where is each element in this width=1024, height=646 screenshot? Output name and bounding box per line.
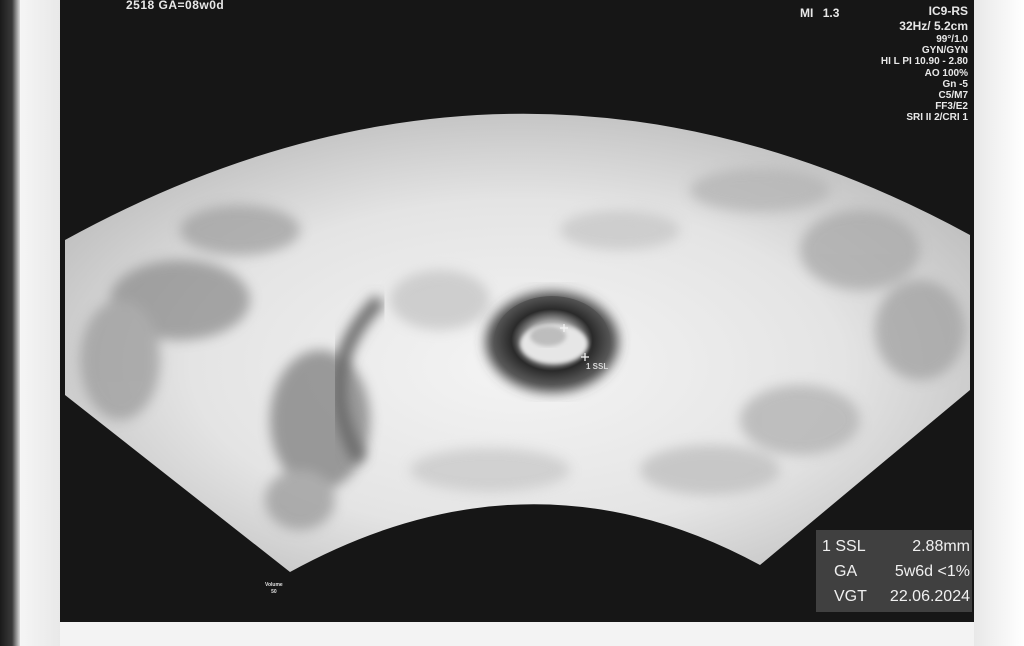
probe-name: IC9-RS [928, 4, 968, 18]
ssl-row: 1 SSL 2.88mm [820, 534, 970, 559]
ga-row: GA 5w6d <1% [820, 559, 970, 584]
ssl-value: 2.88mm [912, 537, 970, 555]
paper-margin-right [974, 0, 1024, 646]
param-ff: FF3/E2 [935, 101, 968, 113]
ga-value: 5w6d <1% [894, 562, 970, 580]
volume-value: 50 [271, 589, 277, 595]
ga-label: GA [834, 562, 858, 580]
param-ao: AO 100% [924, 67, 968, 79]
gestational-sac [486, 292, 618, 392]
paper-margin-bottom [60, 622, 974, 646]
param-preset: GYN/GYN [921, 45, 968, 57]
param-cm: C5/M7 [938, 90, 968, 102]
ultrasound-print: 2518 GA=08w0d MI 1.3 IC9-RS 32Hz/ 5.2cm … [60, 0, 974, 622]
volume-indicator: Volume 50 [265, 582, 283, 596]
volume-label: Volume [265, 582, 283, 588]
vgt-label: VGT [834, 587, 867, 605]
calliper-label: 1 SSL [586, 362, 609, 371]
param-pi: HI L PI 10.90 - 2.80 [880, 56, 968, 68]
scan-parameters: IC9-RS 32Hz/ 5.2cm 99°/1.0 GYN/GYN HI L … [748, 4, 968, 124]
patient-header: 2518 GA=08w0d [126, 0, 225, 12]
ssl-label: 1 SSL [822, 537, 866, 555]
scanner-edge-shadow [0, 0, 20, 646]
vgt-row: VGT 22.06.2024 [820, 584, 970, 609]
frame-rate-depth: 32Hz/ 5.2cm [899, 19, 968, 33]
param-angle: 99°/1.0 [936, 34, 968, 45]
vgt-value: 22.06.2024 [889, 587, 970, 605]
param-sri: SRI II 2/CRI 1 [906, 112, 968, 124]
measurement-panel: 1 SSL 2.88mm GA 5w6d <1% VGT 22.06.2024 [816, 530, 972, 612]
param-gain: Gn -5 [942, 78, 968, 90]
